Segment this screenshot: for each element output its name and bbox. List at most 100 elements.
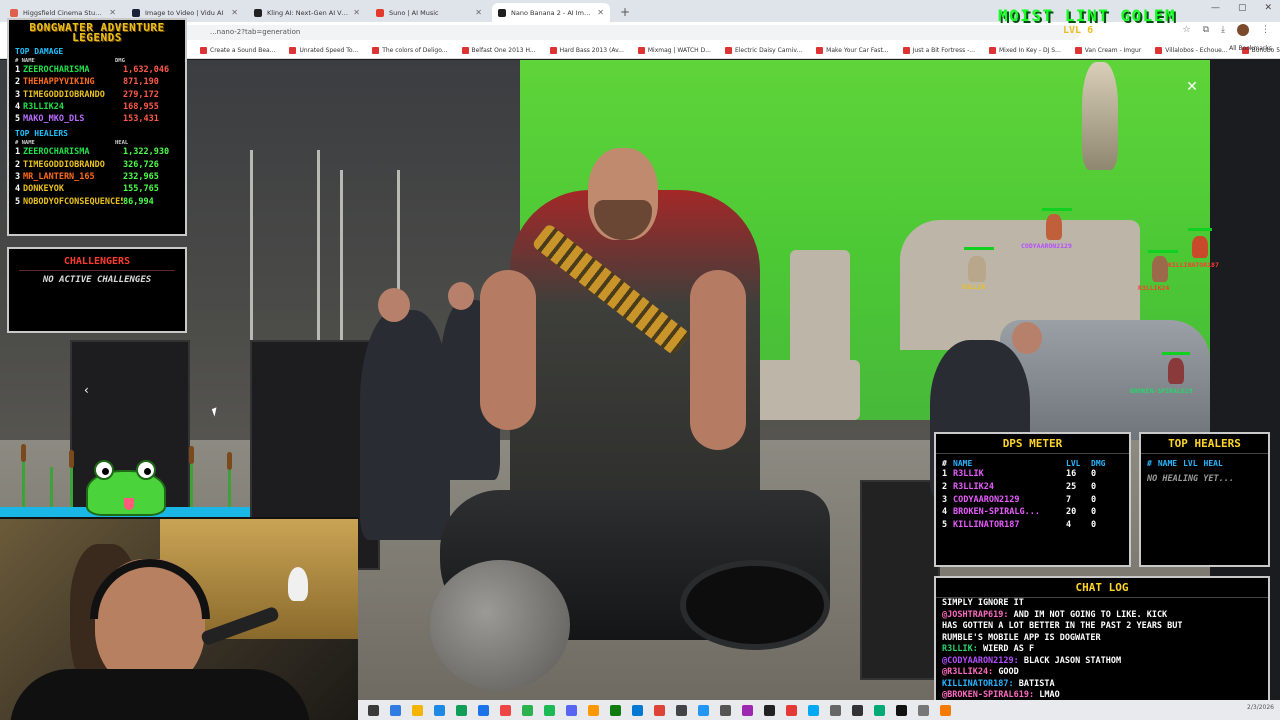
taskbar-app-icon[interactable] [544, 704, 555, 716]
taskbar-app-icon[interactable] [478, 704, 489, 716]
taskbar-app-icon[interactable] [940, 704, 951, 716]
bookmark-icon [989, 46, 996, 54]
score-value: 155,765 [123, 184, 159, 195]
dps-lvl: 7 [1066, 494, 1072, 505]
taskbar-app-icon[interactable] [786, 704, 797, 716]
player-name: R3LLIK24 [23, 101, 64, 112]
bookmark-label: Make Your Car Fast... [826, 46, 889, 54]
bookmark-icon [637, 46, 645, 54]
taskbar-app-icon[interactable] [720, 704, 731, 716]
rank: 1 [15, 65, 21, 75]
url-field[interactable]: ...nano-2?tab=generation [60, 24, 1080, 40]
bookmark-label: Villalobos - Echoue... [1165, 46, 1228, 54]
tab-label: Nano Banana 2 - AI Image Gen... [511, 8, 593, 17]
chat-message: R3LLIK: WIERD AS F [942, 644, 1262, 656]
taskbar-app-icon[interactable] [588, 704, 599, 716]
favicon-icon [254, 8, 262, 17]
taskbar-app-icon[interactable] [654, 704, 665, 716]
taskbar-app-icon[interactable] [808, 704, 819, 716]
dps-rows: 1 R3LLIK 16 0 2 R3LLIK24 25 0 3 CODYAARON2129 7 0 4 B… [942, 468, 1123, 532]
close-window-icon[interactable]: ✕ [1264, 3, 1272, 13]
taskbar-app-icon[interactable] [676, 704, 687, 716]
healers-header: # NAME LVL HEAL [1147, 459, 1223, 468]
taskbar-app-icon[interactable] [764, 704, 775, 716]
taskbar-app-icon[interactable] [742, 704, 753, 716]
taskbar-app-icon[interactable] [434, 704, 445, 716]
taskbar-app-icon[interactable] [918, 704, 929, 716]
leaderboard-row: 4 R3LLIK24 168,955 [15, 101, 179, 113]
taskbar-app-icon[interactable] [456, 704, 467, 716]
new-tab-button[interactable]: + [614, 3, 636, 22]
score-value: 153,431 [123, 114, 159, 125]
browser-tab[interactable]: Nano Banana 2 - AI Image Gen... ✕ [492, 3, 610, 22]
chat-username: @BROKEN-SPIRAL619: [942, 690, 1035, 700]
bookmark-item[interactable]: Belfast One 2013 H... [461, 46, 536, 54]
download-icon[interactable]: ⤓ [1221, 25, 1225, 35]
leaderboard-row: 5 NOBODYOFCONSEQUENCE50 86,994 [15, 196, 179, 208]
taskbar-app-icon[interactable] [390, 704, 401, 716]
taskbar-app-icon[interactable] [500, 704, 511, 716]
taskbar-app-icon[interactable] [412, 704, 423, 716]
rank: 5 [15, 114, 21, 125]
chat-text: BLACK JASON STATHOM [1023, 655, 1122, 666]
taskbar-app-icon[interactable] [896, 704, 907, 716]
previous-image-icon[interactable]: ‹ [84, 383, 89, 397]
score-value: 168,955 [123, 101, 159, 112]
chat-username: R3LLIK: [942, 644, 978, 654]
legends-title: BONGWATER ADVENTURE LEGENDS [29, 21, 165, 44]
player-label: R3LLIK [962, 283, 986, 291]
taskbar-app-icon[interactable] [522, 704, 533, 716]
healers-title: TOP HEALERS [1141, 437, 1268, 454]
boss-name: MOIST LINT GOLEM [997, 6, 1177, 25]
taskbar-app-icon[interactable] [368, 704, 379, 716]
bookmark-item[interactable]: Create a Sound Bea... [200, 46, 275, 54]
menu-icon[interactable]: ⋮ [1261, 25, 1270, 35]
close-viewer-button[interactable]: ✕ [1182, 77, 1202, 97]
bookmark-label: Mixmag | WATCH D... [647, 46, 711, 54]
bookmark-item[interactable]: Just a Bit Fortress -... [902, 46, 975, 54]
dps-dmg: 0 [1091, 520, 1097, 531]
chat-text: BATISTA [1018, 678, 1055, 689]
minimize-icon[interactable]: — [1211, 3, 1220, 13]
maximize-icon[interactable]: ▢ [1238, 3, 1247, 13]
star-icon[interactable]: ☆ [1183, 25, 1191, 35]
taskbar-app-icon[interactable] [610, 704, 621, 716]
all-bookmarks[interactable]: All Bookmarks [1229, 45, 1272, 52]
bookmark-icon [549, 46, 557, 54]
dps-row: 3 CODYAARON2129 7 0 [942, 494, 1123, 507]
bookmark-item[interactable]: Van Cream - Imgur [1074, 46, 1142, 54]
bookmark-item[interactable]: Electric Daisy Carniv... [724, 46, 802, 54]
browser-tab[interactable]: Suno | AI Music ✕ [370, 3, 488, 22]
taskbar-app-icon[interactable] [830, 704, 841, 716]
bookmark-item[interactable]: Mixmag | WATCH D... [637, 46, 711, 54]
browser-tab[interactable]: Kling AI: Next-Gen AI Video & ... ✕ [248, 3, 366, 22]
extensions-icon[interactable]: ⧉ [1203, 25, 1209, 35]
taskbar-app-icon[interactable] [632, 704, 643, 716]
bookmark-item[interactable]: Hard Bass 2013 (Av... [549, 46, 624, 54]
bookmark-item[interactable]: Villalobos - Echoue... [1155, 46, 1228, 54]
player-sprite [1152, 256, 1168, 282]
close-tab-icon[interactable]: ✕ [109, 8, 116, 17]
close-tab-icon[interactable]: ✕ [231, 8, 238, 17]
dps-name: KILLINATOR187 [953, 520, 1020, 531]
close-tab-icon[interactable]: ✕ [353, 8, 360, 17]
taskbar-app-icon[interactable] [566, 704, 577, 716]
taskbar-app-icon[interactable] [852, 704, 863, 716]
close-tab-icon[interactable]: ✕ [597, 8, 604, 17]
player-name: NOBODYOFCONSEQUENCE50 [23, 196, 123, 207]
profile-avatar[interactable] [1237, 24, 1249, 36]
taskbar-app-icon[interactable] [874, 704, 885, 716]
score-value: 1,632,046 [123, 65, 170, 75]
bookmark-item[interactable]: Make Your Car Fast... [816, 46, 889, 54]
taskbar-app-icon[interactable] [698, 704, 709, 716]
bookmark-icon [816, 46, 824, 54]
bookmark-icon [461, 46, 469, 54]
chat-messages: SIMPLY IGNORE IT @JOSHTRAP619: AND IM NOT… [942, 598, 1262, 702]
player-sprite [968, 256, 986, 282]
bookmark-item[interactable]: Mixed In Key - DJ S... [989, 46, 1061, 54]
close-tab-icon[interactable]: ✕ [475, 8, 482, 17]
bookmark-item[interactable]: The colors of Deligo... [372, 46, 448, 54]
bookmark-label: Van Cream - Imgur [1084, 46, 1142, 54]
bookmark-item[interactable]: Unrated Speed To... [289, 46, 358, 54]
dps-rank: 3 [942, 494, 948, 505]
